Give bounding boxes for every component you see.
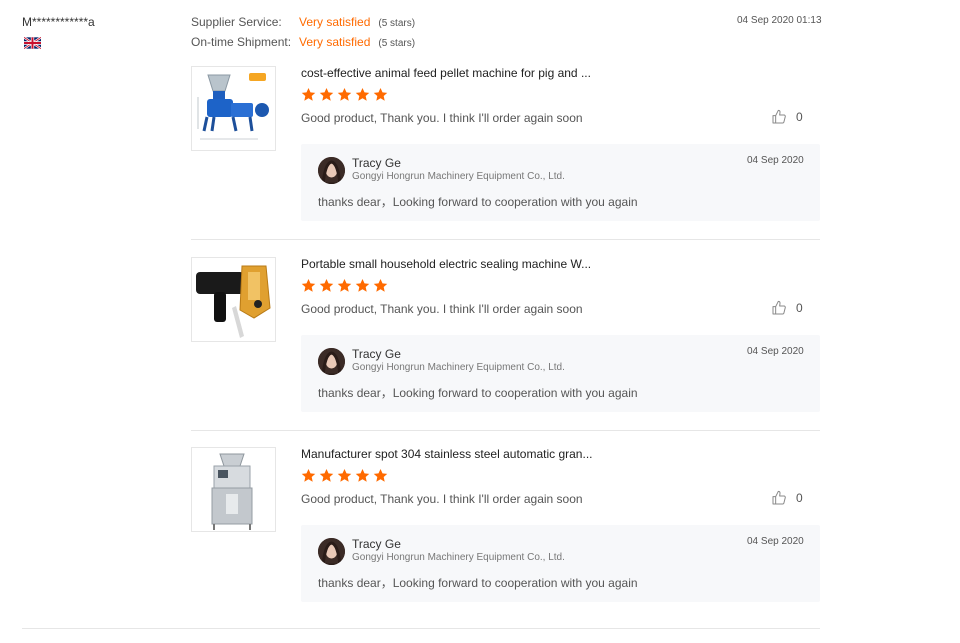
star-icon <box>355 468 370 482</box>
star-rating <box>301 468 391 484</box>
supplier-reply: Tracy Ge Gongyi Hongrun Machinery Equipm… <box>301 144 820 221</box>
divider <box>22 628 820 629</box>
review-item: cost-effective animal feed pellet machin… <box>191 66 820 226</box>
reply-company: Gongyi Hongrun Machinery Equipment Co., … <box>352 171 565 182</box>
review-item: Portable small household electric sealin… <box>191 257 820 417</box>
on-time-shipment-rating: On-time Shipment: Very satisfied (5 star… <box>191 35 415 49</box>
star-icon <box>319 278 334 292</box>
star-icon <box>301 278 316 292</box>
reply-text: thanks dear，Looking forward to cooperati… <box>318 195 638 209</box>
star-icon <box>355 87 370 101</box>
like-button[interactable]: 0 <box>771 109 803 125</box>
reply-author: Tracy Ge <box>352 537 401 551</box>
star-icon <box>337 87 352 101</box>
product-title[interactable]: Manufacturer spot 304 stainless steel au… <box>301 447 593 461</box>
avatar <box>318 157 345 184</box>
thumbs-up-icon <box>772 300 786 315</box>
product-thumbnail[interactable] <box>191 257 276 342</box>
on-time-shipment-value: Very satisfied <box>299 35 371 49</box>
product-thumbnail[interactable] <box>191 447 276 532</box>
product-title[interactable]: Portable small household electric sealin… <box>301 257 591 271</box>
reply-company: Gongyi Hongrun Machinery Equipment Co., … <box>352 362 565 373</box>
thumbs-up-icon <box>772 490 786 505</box>
supplier-service-note: (5 stars) <box>378 18 416 29</box>
star-icon <box>373 278 388 292</box>
reply-text: thanks dear，Looking forward to cooperati… <box>318 576 638 590</box>
uk-flag-icon <box>24 37 41 49</box>
reply-author: Tracy Ge <box>352 347 401 361</box>
supplier-reply: Tracy Ge Gongyi Hongrun Machinery Equipm… <box>301 525 820 602</box>
on-time-shipment-label: On-time Shipment: <box>191 35 292 49</box>
star-icon <box>355 278 370 292</box>
review-text: Good product, Thank you. I think I'll or… <box>301 492 583 506</box>
reply-author: Tracy Ge <box>352 156 401 170</box>
reply-text: thanks dear，Looking forward to cooperati… <box>318 386 638 400</box>
star-icon <box>301 468 316 482</box>
star-icon <box>337 278 352 292</box>
star-rating <box>301 278 391 294</box>
thumbs-up-icon <box>772 109 786 124</box>
avatar <box>318 538 345 565</box>
packing-machine-image <box>211 453 253 530</box>
reviewer-name: M************a <box>22 15 95 29</box>
divider <box>191 430 820 431</box>
product-thumbnail[interactable] <box>191 66 276 151</box>
pellet-machine-image <box>197 73 269 140</box>
star-icon <box>373 87 388 101</box>
reply-date: 04 Sep 2020 <box>747 346 804 357</box>
star-icon <box>373 468 388 482</box>
like-count: 0 <box>796 491 803 505</box>
supplier-reply: Tracy Ge Gongyi Hongrun Machinery Equipm… <box>301 335 820 412</box>
review-date: 04 Sep 2020 01:13 <box>737 15 822 26</box>
review-item: Manufacturer spot 304 stainless steel au… <box>191 447 820 607</box>
reply-date: 04 Sep 2020 <box>747 155 804 166</box>
supplier-service-label: Supplier Service: <box>191 15 282 29</box>
like-count: 0 <box>796 301 803 315</box>
star-icon <box>301 87 316 101</box>
divider <box>191 239 820 240</box>
star-rating <box>301 87 391 103</box>
reply-company: Gongyi Hongrun Machinery Equipment Co., … <box>352 552 565 563</box>
like-button[interactable]: 0 <box>771 300 803 316</box>
star-icon <box>319 468 334 482</box>
review-text: Good product, Thank you. I think I'll or… <box>301 302 583 316</box>
supplier-service-rating: Supplier Service: Very satisfied (5 star… <box>191 15 415 29</box>
star-icon <box>337 468 352 482</box>
like-button[interactable]: 0 <box>771 490 803 506</box>
star-icon <box>319 87 334 101</box>
product-title[interactable]: cost-effective animal feed pellet machin… <box>301 66 591 80</box>
supplier-service-value: Very satisfied <box>299 15 371 29</box>
review-text: Good product, Thank you. I think I'll or… <box>301 111 583 125</box>
like-count: 0 <box>796 110 803 124</box>
reply-date: 04 Sep 2020 <box>747 536 804 547</box>
on-time-shipment-note: (5 stars) <box>378 38 416 49</box>
avatar <box>318 348 345 375</box>
sealing-machine-image <box>196 265 271 338</box>
